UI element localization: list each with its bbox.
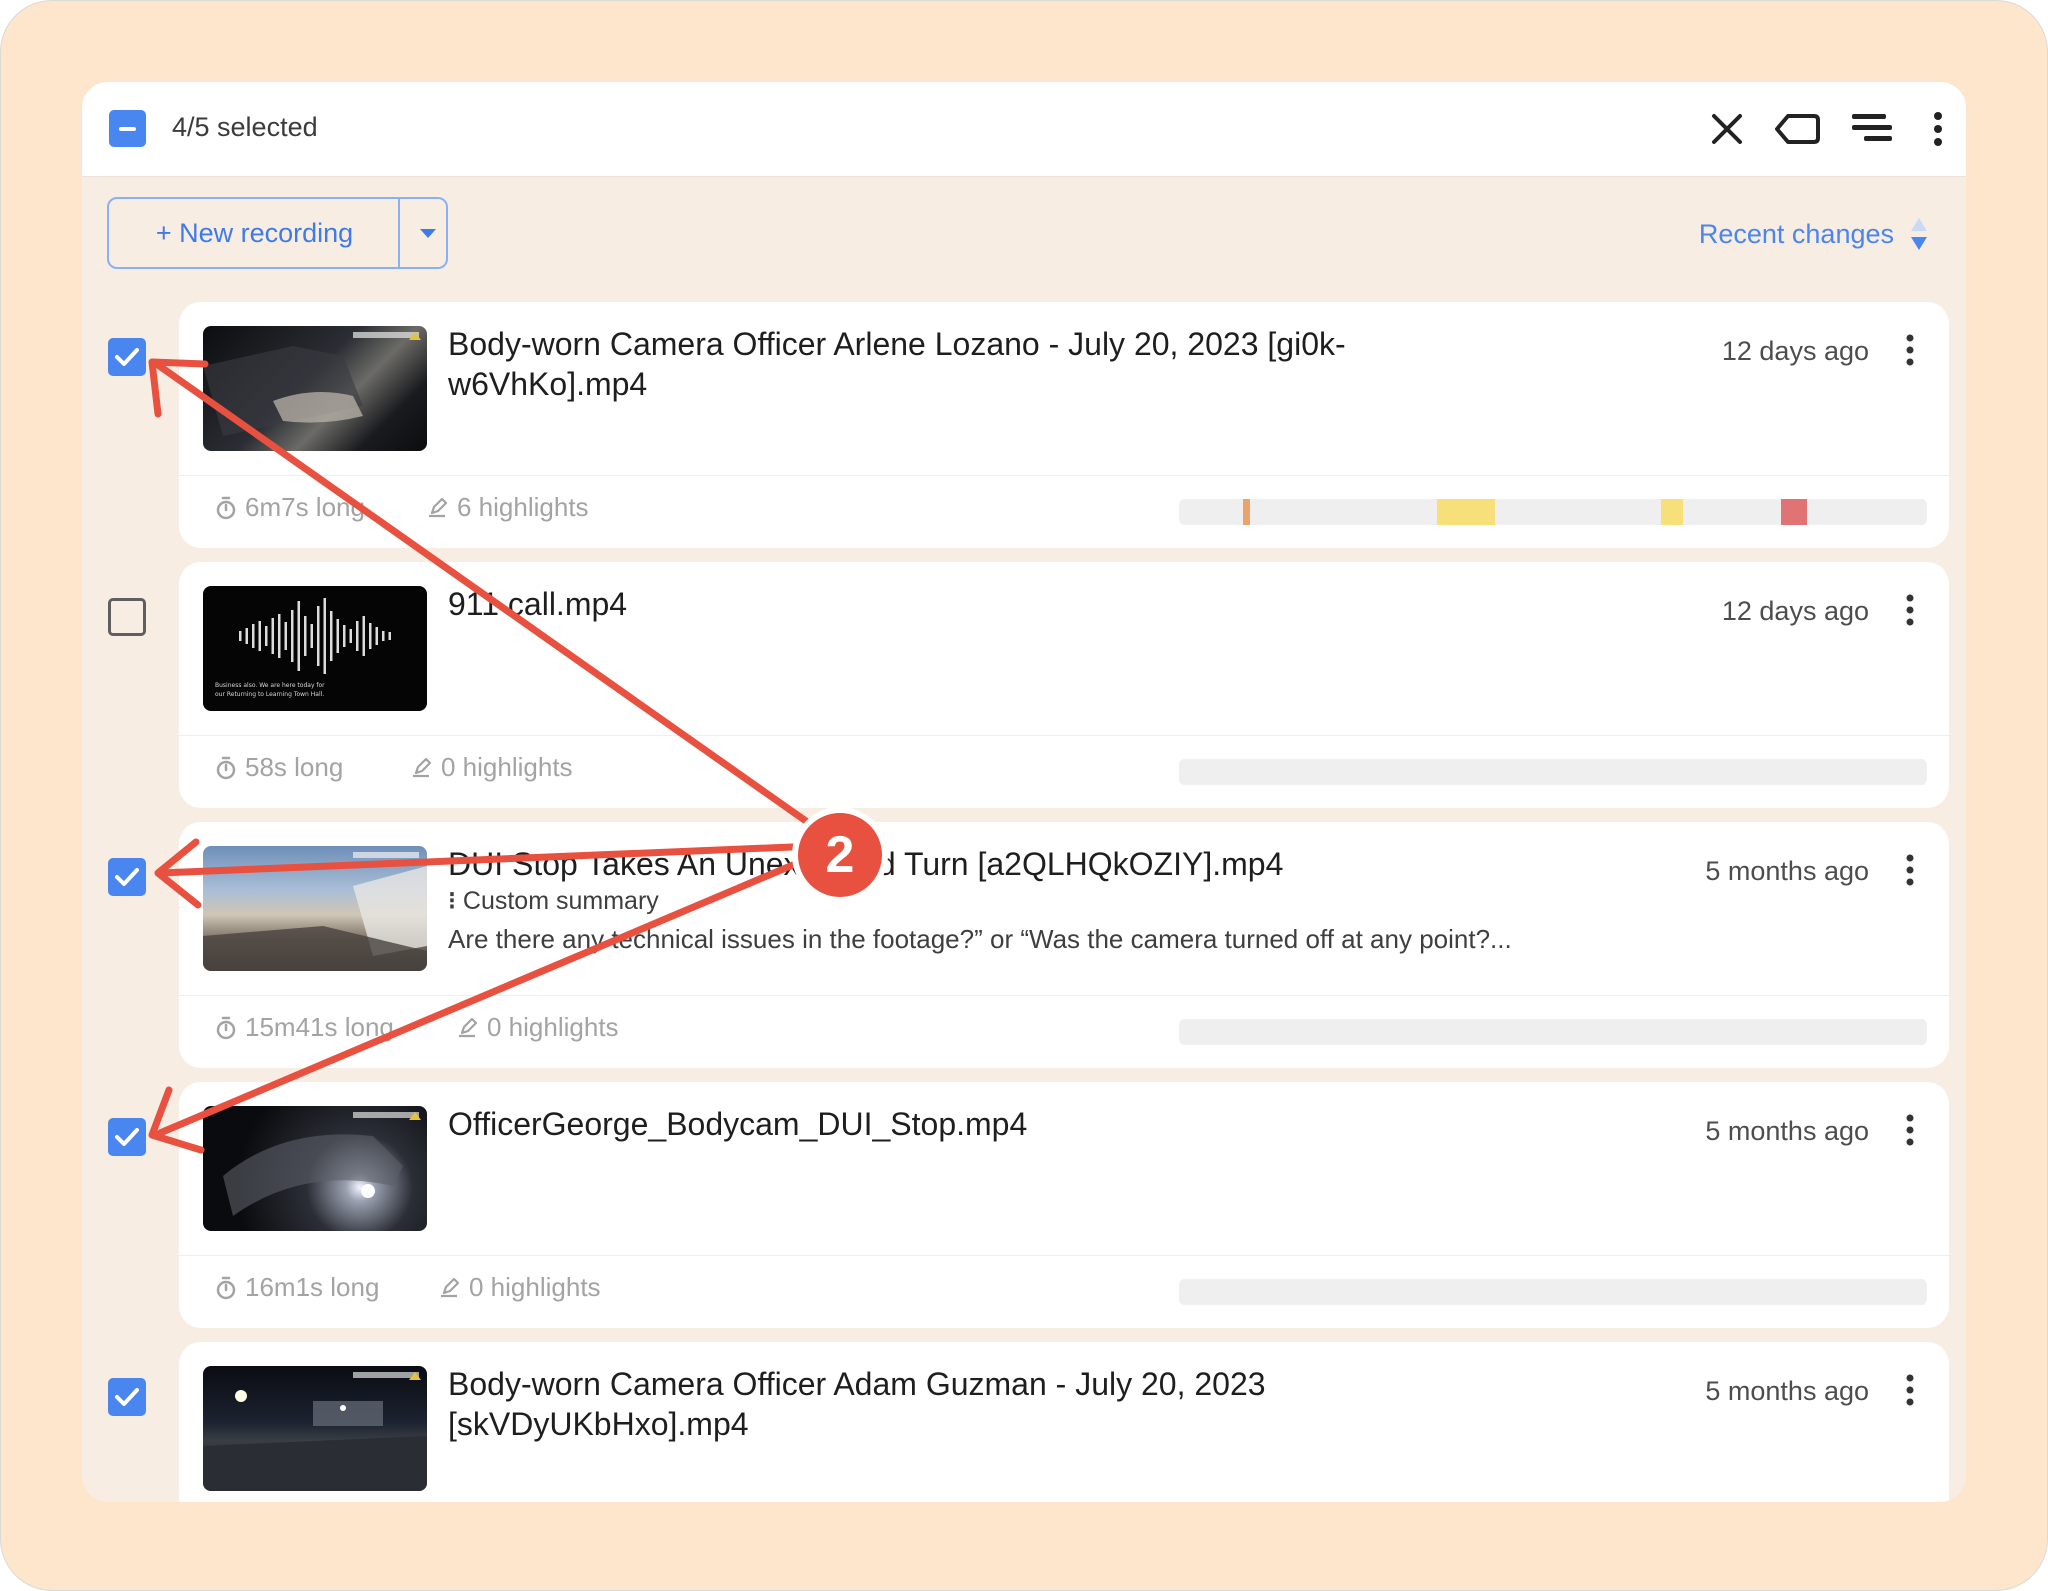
annotation-arrow (154, 361, 844, 849)
annotation-arrow (156, 841, 844, 1137)
annotation-badge-number: 2 (826, 826, 855, 884)
annotation-overlay: 2 (148, 358, 888, 1154)
annotation-arrow (156, 841, 844, 877)
